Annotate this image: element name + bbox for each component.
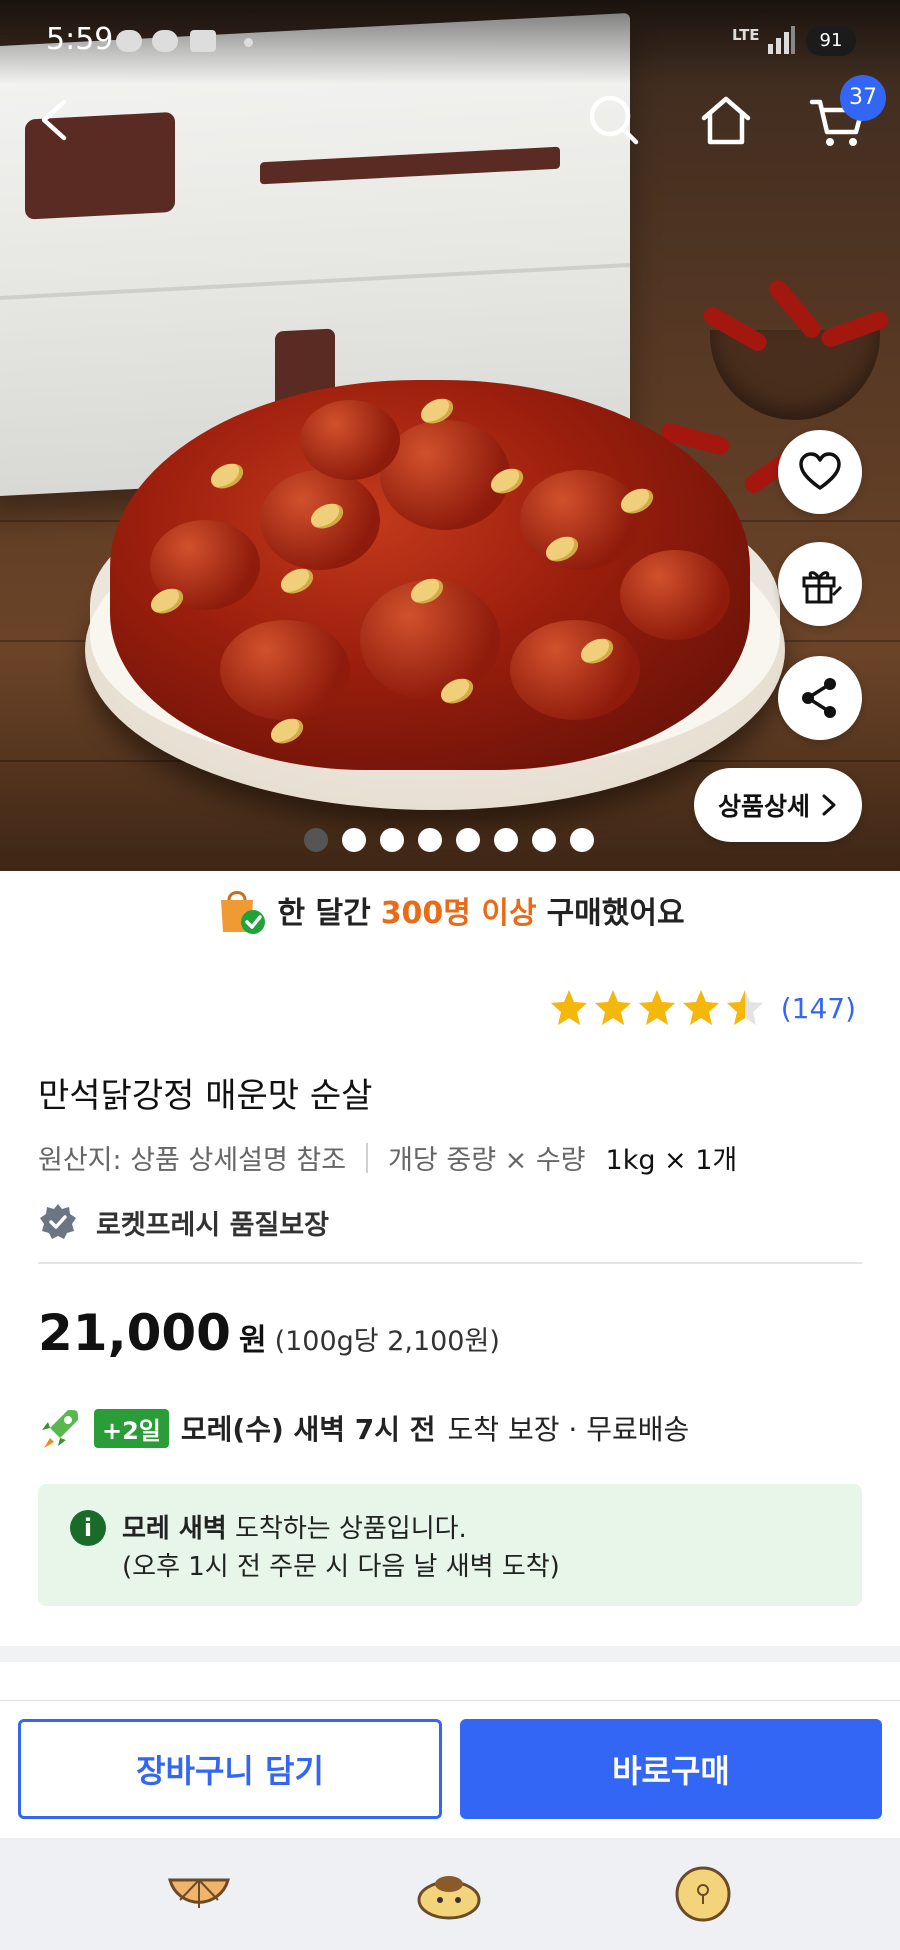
carousel-dot[interactable] <box>418 828 442 852</box>
unit-price: (100g당 2,100원) <box>274 1326 500 1357</box>
verified-badge-icon <box>40 1204 76 1239</box>
cart-count-badge: 37 <box>840 75 886 121</box>
signal-icon <box>768 26 795 54</box>
purchase-action-bar: 장바구니 담기 바로구매 <box>0 1700 900 1838</box>
home-icon[interactable] <box>696 90 756 150</box>
notice-line-1-bold: 모레 새벽 <box>122 1514 227 1544</box>
purchase-banner-suffix: 구매했어요 <box>546 896 685 931</box>
status-time: 5:59 <box>46 22 114 57</box>
origin-label: 원산지: 상품 상세설명 참조 <box>38 1145 347 1176</box>
chicken-piece <box>520 470 640 570</box>
star-half-icon <box>726 990 763 1025</box>
purchase-banner-highlight: 300명 이상 <box>380 896 537 931</box>
talk-notification-icon <box>116 30 142 52</box>
carousel-dot[interactable] <box>532 828 556 852</box>
product-detail-label: 상품상세 <box>717 792 810 821</box>
back-arrow-icon[interactable] <box>28 90 88 150</box>
carousel-dot[interactable] <box>456 828 480 852</box>
product-title: 만석닭강정 매운맛 순살 <box>38 1076 373 1116</box>
carousel-dot[interactable] <box>494 828 518 852</box>
pudding-dog-icon[interactable] <box>414 1860 484 1926</box>
section-divider <box>38 1262 862 1264</box>
chicken-piece <box>510 620 640 720</box>
star-full-icon <box>594 990 631 1025</box>
notice-line-1-rest: 도착하는 상품입니다. <box>235 1514 467 1544</box>
product-detail-button[interactable]: 상품상세 <box>694 768 862 842</box>
chicken-piece <box>620 550 730 640</box>
star-full-icon <box>550 990 587 1025</box>
rating-summary[interactable]: (147) <box>549 988 856 1028</box>
price-currency: 원 <box>238 1323 267 1358</box>
bun-face-icon[interactable] <box>668 1860 738 1926</box>
weight-value: 1kg × 1개 <box>605 1145 738 1176</box>
carousel-indicator[interactable] <box>304 828 594 852</box>
status-bar: 5:59 LTE 91 <box>0 0 900 84</box>
section-gap <box>0 1646 900 1662</box>
weight-label: 개당 중량 × 수량 <box>388 1145 586 1176</box>
star-full-icon <box>682 990 719 1025</box>
star-rating <box>549 988 765 1028</box>
box-label <box>260 146 560 185</box>
delivery-info: +2일 모레(수) 새벽 7시 전 도착 보장 · 무료배송 <box>38 1406 689 1450</box>
share-button[interactable] <box>778 656 862 740</box>
product-meta: 원산지: 상품 상세설명 참조 개당 중량 × 수량 1kg × 1개 <box>38 1138 737 1177</box>
carousel-dot[interactable] <box>342 828 366 852</box>
system-nav-bar <box>0 1838 900 1950</box>
carousel-dot[interactable] <box>570 828 594 852</box>
delivery-guarantee: 도착 보장 · 무료배송 <box>447 1413 690 1446</box>
carousel-dot[interactable] <box>380 828 404 852</box>
chevron-right-icon <box>822 794 836 816</box>
buy-now-button[interactable]: 바로구매 <box>460 1719 882 1819</box>
rocket-icon <box>42 1410 78 1448</box>
chicken-piece <box>220 620 350 720</box>
price-amount: 21,000 <box>38 1304 231 1362</box>
playstation-notification-icon <box>152 30 178 52</box>
purchase-count-banner: 한 달간 300명 이상 구매했어요 <box>0 880 900 940</box>
wishlist-button[interactable] <box>778 430 862 514</box>
notice-line-2: (오후 1시 전 주문 시 다음 날 새벽 도착) <box>122 1552 560 1582</box>
network-type: LTE <box>732 26 760 44</box>
gift-icon <box>802 571 842 604</box>
search-icon[interactable] <box>584 90 644 150</box>
product-image-carousel[interactable] <box>0 0 900 871</box>
notice-line-1: 모레 새벽 도착하는 상품입니다. <box>122 1508 467 1545</box>
carousel-dot[interactable] <box>304 828 328 852</box>
price-block: 21,000 원 (100g당 2,100원) <box>38 1304 500 1362</box>
purchase-banner-prefix: 한 달간 <box>277 896 371 931</box>
delivery-arrival-time: 모레(수) 새벽 7시 전 <box>180 1413 436 1446</box>
info-icon: i <box>70 1510 106 1546</box>
share-icon <box>802 678 836 718</box>
add-to-cart-button[interactable]: 장바구니 담기 <box>18 1719 442 1819</box>
box-lid-edge <box>0 262 630 302</box>
chicken-piece <box>300 400 400 480</box>
notification-dot-icon <box>244 38 253 47</box>
star-full-icon <box>638 990 675 1025</box>
shopping-bag-check-icon <box>221 891 266 934</box>
delivery-notice: i 모레 새벽 도착하는 상품입니다. (오후 1시 전 주문 시 다음 날 새… <box>38 1484 862 1606</box>
pepper-bowl <box>710 330 880 420</box>
meta-divider <box>366 1142 369 1173</box>
heart-icon <box>799 452 841 490</box>
quality-guarantee: 로켓프레시 품질보장 <box>38 1202 329 1242</box>
battery-indicator: 91 <box>806 26 856 56</box>
delivery-days-badge: +2일 <box>94 1408 169 1448</box>
app-notification-icon <box>190 30 216 52</box>
gift-button[interactable] <box>778 542 862 626</box>
orange-slice-icon[interactable] <box>164 1860 234 1926</box>
review-count[interactable]: (147) <box>781 992 856 1025</box>
quality-guarantee-label: 로켓프레시 품질보장 <box>96 1209 329 1241</box>
